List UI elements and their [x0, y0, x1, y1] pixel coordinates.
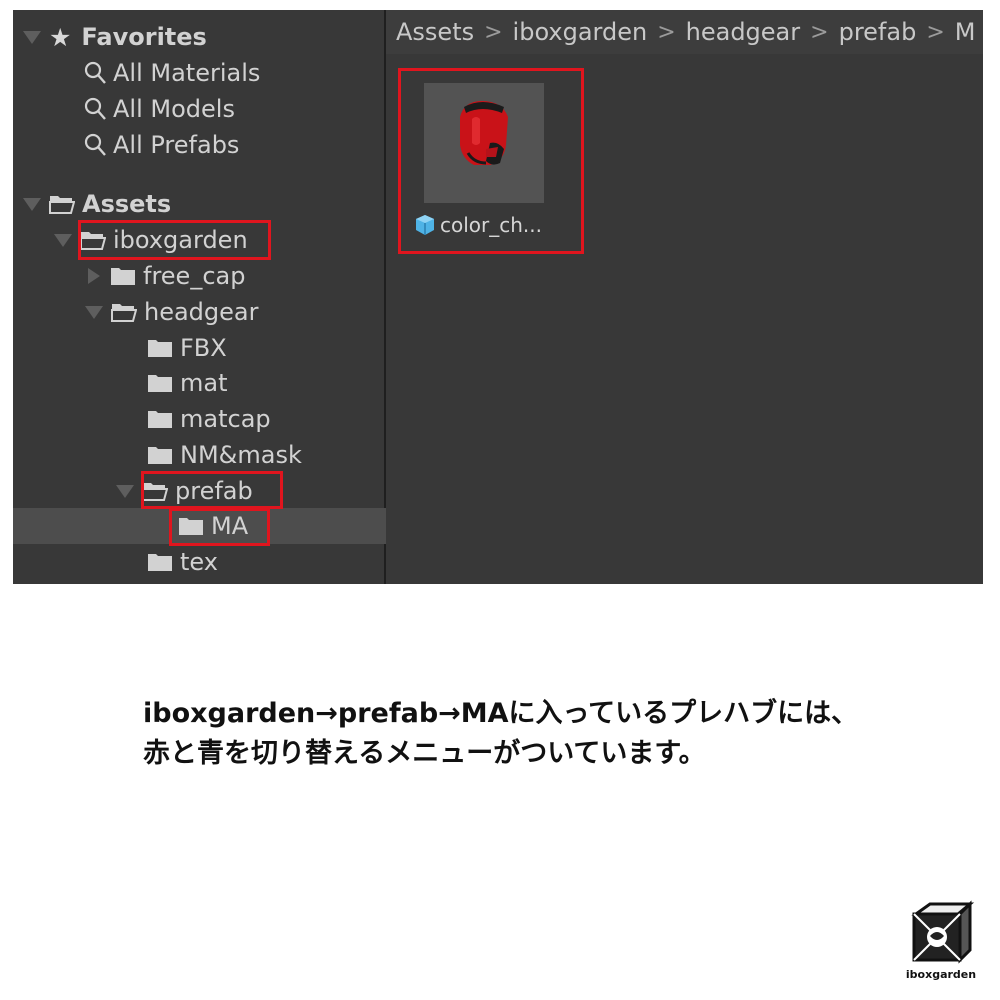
- favorite-item-label: All Models: [113, 95, 235, 123]
- folder-icon: [148, 411, 172, 428]
- chevron-right-icon: >: [484, 19, 503, 45]
- prefab-cube-icon: [416, 215, 434, 235]
- logo-text: iboxgarden: [905, 968, 977, 981]
- prefab-asset-label[interactable]: color_ch...: [414, 210, 542, 240]
- iboxgarden-logo: iboxgarden: [900, 900, 982, 990]
- caption-text: iboxgarden→prefab→MAに入っているプレハブには、 赤と青を切り…: [143, 694, 903, 774]
- folder-icon: [148, 447, 172, 464]
- folder-icon: [111, 268, 135, 285]
- breadcrumb-item[interactable]: prefab: [839, 18, 917, 46]
- open-folder-icon: [49, 196, 75, 214]
- star-icon: ★: [49, 22, 72, 52]
- expand-arrow-icon[interactable]: [23, 30, 41, 44]
- folder-label: headgear: [144, 298, 259, 326]
- box-logo-icon: [911, 900, 975, 964]
- search-icon: [84, 61, 106, 84]
- open-folder-icon: [80, 232, 106, 250]
- folder-iboxgarden[interactable]: iboxgarden: [13, 222, 425, 258]
- collapse-arrow-icon[interactable]: [88, 268, 100, 284]
- folder-icon: [148, 375, 172, 392]
- chevron-right-icon: >: [926, 19, 945, 45]
- expand-arrow-icon[interactable]: [23, 197, 41, 211]
- asset-browser: Assets > iboxgarden > headgear > prefab …: [386, 10, 983, 584]
- helmet-preview-image: [460, 101, 508, 165]
- breadcrumb-item[interactable]: headgear: [686, 18, 801, 46]
- folder-label: FBX: [180, 334, 227, 362]
- folder-icon: [148, 554, 172, 571]
- breadcrumb: Assets > iboxgarden > headgear > prefab …: [386, 10, 983, 54]
- folder-label: MA: [211, 512, 249, 540]
- breadcrumb-item[interactable]: Assets: [396, 18, 474, 46]
- assets-label: Assets: [82, 190, 172, 218]
- folder-label: free_cap: [143, 262, 246, 290]
- prefab-thumbnail[interactable]: [424, 83, 544, 203]
- search-icon: [84, 133, 106, 156]
- breadcrumb-item[interactable]: M: [955, 18, 976, 46]
- caption-line-2: 赤と青を切り替えるメニューがついています。: [143, 738, 706, 769]
- assets-header[interactable]: Assets: [13, 186, 394, 222]
- open-folder-icon: [142, 483, 168, 501]
- project-window: ★ Favorites All Materials All Models All…: [13, 10, 983, 584]
- project-folder-tree: ★ Favorites All Materials All Models All…: [13, 10, 549, 584]
- caption-line-1: iboxgarden→prefab→MAに入っているプレハブには、: [143, 698, 859, 729]
- folder-label: prefab: [175, 477, 253, 505]
- favorites-label: Favorites: [81, 23, 207, 51]
- folder-label: NM&mask: [180, 441, 302, 469]
- folder-label: matcap: [180, 405, 271, 433]
- favorite-item-label: All Prefabs: [113, 131, 240, 159]
- expand-arrow-icon[interactable]: [54, 233, 72, 247]
- open-folder-icon: [111, 304, 137, 322]
- search-icon: [84, 97, 106, 120]
- favorite-item-label: All Materials: [113, 59, 261, 87]
- folder-icon: [148, 340, 172, 357]
- chevron-right-icon: >: [657, 19, 676, 45]
- folder-label: tex: [180, 548, 218, 576]
- expand-arrow-icon[interactable]: [116, 484, 134, 498]
- chevron-right-icon: >: [810, 19, 829, 45]
- folder-icon: [179, 518, 203, 535]
- folder-label: iboxgarden: [113, 226, 248, 254]
- breadcrumb-item[interactable]: iboxgarden: [513, 18, 648, 46]
- folder-label: mat: [180, 369, 228, 397]
- favorites-header[interactable]: ★ Favorites: [13, 19, 394, 55]
- asset-name: color_ch...: [440, 213, 542, 237]
- expand-arrow-icon[interactable]: [85, 305, 103, 319]
